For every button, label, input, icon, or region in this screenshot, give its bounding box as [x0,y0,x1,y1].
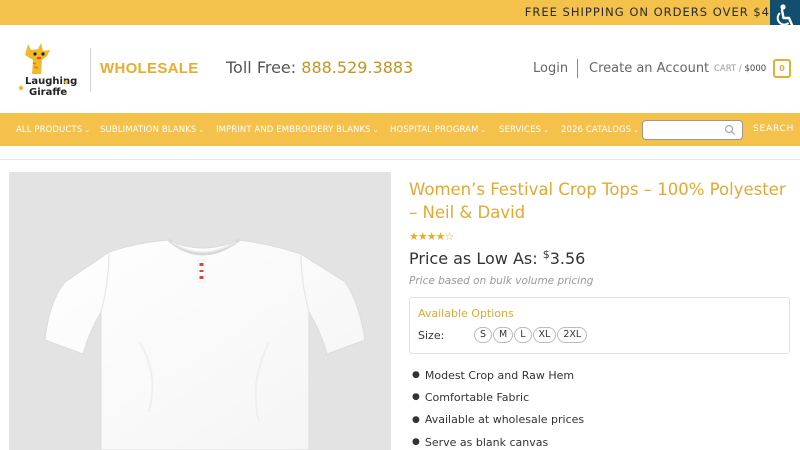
star-icon: ★ [409,230,419,243]
section-divider [0,159,800,160]
feature-text: Available at wholesale prices [424,413,585,427]
logo[interactable]: Laughing Giraffe [14,40,84,98]
product-title: Women’s Festival Crop Tops – 100% Polyes… [409,180,786,222]
chevron-down-icon: ⌄ [84,126,91,134]
bullet-icon: ● [412,437,420,448]
size-option-l[interactable]: L [514,327,532,343]
chevron-down-icon: ⌄ [633,126,640,134]
price-note: Price based on bulk volume pricing [409,275,594,287]
create-account-link[interactable]: Create an Account [589,61,709,76]
list-item: ● Modest Crop and Raw Hem [412,364,584,386]
feature-text: Comfortable Fabric [424,390,530,404]
nav-item-label: SERVICES [499,125,542,135]
cart-amount: $000 [744,64,767,74]
main-navigation: ALL PRODUCTS ⌄ SUBLIMATION BLANKS ⌄ IMPRIN… [0,113,800,146]
size-option-m[interactable]: M [493,327,514,343]
bullet-icon: ● [412,392,420,403]
price-currency: $ [542,248,550,261]
product-rating[interactable]: ★★★★☆ [409,230,455,243]
nav-item-label: HOSPITAL PROGRAM [390,125,479,135]
toll-free-label: Toll Free: [226,58,297,77]
star-icon: ★ [426,230,437,243]
nav-item-all-products[interactable]: ALL PRODUCTS ⌄ [16,125,90,135]
chevron-down-icon: ⌄ [372,126,379,134]
search-button[interactable]: SEARCH [753,124,794,134]
available-options-panel: Available Options Size: S M L XL 2XL [409,297,790,354]
product-image[interactable] [9,172,391,450]
size-option-s[interactable]: S [474,327,493,343]
list-item: ● Available at wholesale prices [412,409,584,431]
size-label: Size: [418,329,445,342]
site-header: Laughing Giraffe WHOLESALE Toll Free: 88… [0,25,800,113]
toll-free-number[interactable]: 888.529.3883 [301,58,413,77]
feature-text: Serve as blank canvas [424,435,549,449]
nav-item-label: 2026 CATALOGS [561,125,632,135]
logo-divider [90,48,91,92]
list-item: ● Serve as blank canvas [412,431,584,450]
chevron-down-icon: ⌄ [543,126,549,134]
options-header: Available Options [418,307,514,320]
star-icon: ★ [417,230,428,243]
logo-word-laughing: Laughing [25,76,77,87]
top-announcement-bar: FREE SHIPPING ON ORDERS OVER $4 [0,0,800,25]
cart-count-badge[interactable]: 0 [773,59,791,78]
feature-text: Modest Crop and Raw Hem [424,368,575,382]
star-empty-icon: ☆ [444,230,455,243]
search-input[interactable] [642,120,743,140]
bullet-icon: ● [412,414,420,425]
crop-top-shirt-image [44,238,366,450]
login-link[interactable]: Login [533,61,568,76]
nav-item-imprint-embroidery[interactable]: IMPRINT AND EMBROIDERY BLANKS ⌄ [216,125,379,135]
nav-item-catalogs[interactable]: 2026 CATALOGS ⌄ [561,125,639,135]
giraffe-logo-icon: Laughing Giraffe [18,43,77,98]
size-options: S M L XL 2XL [474,327,588,343]
size-option-xl[interactable]: XL [532,327,557,343]
feature-list: ● Modest Crop and Raw Hem ● Comfortable Fa… [412,364,584,450]
nav-item-label: ALL PRODUCTS [16,125,83,135]
free-shipping-text: FREE SHIPPING ON ORDERS OVER $4 [524,5,770,19]
bullet-icon: ● [412,370,420,381]
product-price: Price as Low As: $3.56 [409,248,585,268]
header-divider [577,59,578,78]
nav-item-label: IMPRINT AND EMBROIDERY BLANKS [216,125,371,135]
cart-label: CART / [714,64,742,74]
price-label: Price as Low As: [409,249,538,268]
nav-item-sublimation-blanks[interactable]: SUBLIMATION BLANKS ⌄ [100,125,204,135]
list-item: ● Comfortable Fabric [412,386,584,408]
search-icon[interactable] [724,124,736,136]
wholesale-label[interactable]: WHOLESALE [100,60,199,77]
cart-link[interactable]: CART / $000 [714,64,766,74]
price-value: 3.56 [549,249,586,268]
toll-free-phone[interactable]: Toll Free: 888.529.3883 [226,58,413,77]
nav-item-services[interactable]: SERVICES ⌄ [499,125,549,135]
nav-item-hospital-program[interactable]: HOSPITAL PROGRAM ⌄ [390,125,486,135]
nav-item-label: SUBLIMATION BLANKS [100,125,197,135]
star-icon: ★ [435,230,446,243]
size-option-2xl[interactable]: 2XL [557,327,588,343]
chevron-down-icon: ⌄ [198,126,205,134]
logo-word-giraffe: Giraffe [29,87,67,98]
chevron-down-icon: ⌄ [480,126,487,134]
